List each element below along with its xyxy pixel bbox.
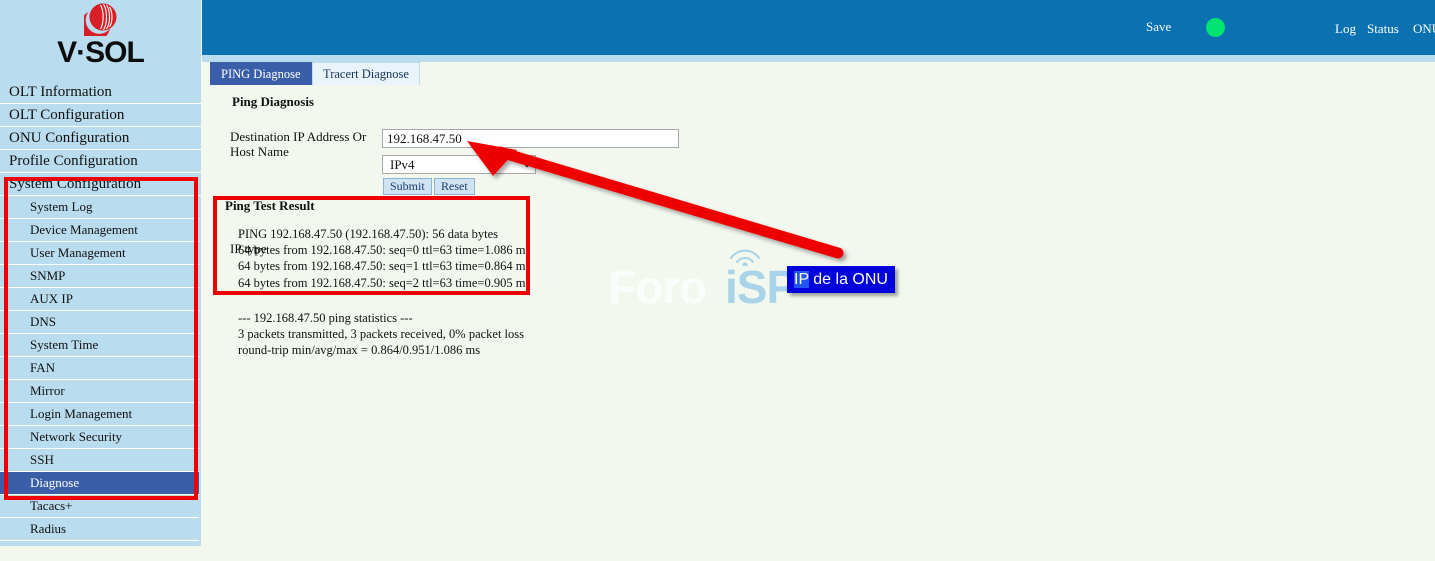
sidebar-item-aux-ip[interactable]: AUX IP xyxy=(0,288,199,311)
sidebar-item-login-management[interactable]: Login Management xyxy=(0,403,199,426)
sidebar-item-label: System Configuration xyxy=(9,176,142,192)
sidebar-item-system-time[interactable]: System Time xyxy=(0,334,199,357)
sidebar-item-snmp[interactable]: SNMP xyxy=(0,265,199,288)
sidebar-item-olt-information[interactable]: OLT Information xyxy=(0,81,201,104)
sidebar-item-label: Diagnose xyxy=(30,475,80,490)
sidebar-item-label: Profile Configuration xyxy=(9,153,138,169)
vsol-globe-icon xyxy=(84,3,117,36)
save-button[interactable]: Save xyxy=(1146,19,1171,35)
status-indicator-dot xyxy=(1206,18,1225,37)
sidebar-item-ssh[interactable]: SSH xyxy=(0,449,199,472)
header-link-onu[interactable]: ONU xyxy=(1413,21,1435,37)
sidebar-item-label: System Log xyxy=(30,199,93,214)
callout-rest: de la ONU xyxy=(808,271,888,288)
callout-prefix: IP xyxy=(794,271,809,288)
sidebar-item-label: User Management xyxy=(30,245,126,260)
destination-ip-input[interactable] xyxy=(382,129,679,148)
sidebar: V·SOL OLT Information OLT Configuration … xyxy=(0,0,201,546)
sidebar-item-fan[interactable]: FAN xyxy=(0,357,199,380)
sidebar-item-label: System Time xyxy=(30,337,99,352)
brand-logo: V·SOL xyxy=(0,0,201,81)
ping-result-title: Ping Test Result xyxy=(225,198,315,213)
sidebar-item-label: ONU Configuration xyxy=(9,130,130,146)
tab-ping-diagnose[interactable]: PING Diagnose xyxy=(210,62,312,85)
sidebar-item-tacacs[interactable]: Tacacs+ xyxy=(0,495,199,518)
sidebar-item-label: Network Security xyxy=(30,429,123,444)
sidebar-item-label: FAN xyxy=(30,360,56,375)
tab-tracert-diagnose[interactable]: Tracert Diagnose xyxy=(312,62,420,85)
sidebar-item-label: Radius xyxy=(30,521,67,536)
sidebar-item-diagnose[interactable]: Diagnose xyxy=(0,472,199,495)
sidebar-item-dns[interactable]: DNS xyxy=(0,311,199,334)
sidebar-item-mirror[interactable]: Mirror xyxy=(0,380,199,403)
main-content-panel: Ping Diagnosis Destination IP Address Or… xyxy=(202,85,1435,561)
screen-root: V·SOL OLT Information OLT Configuration … xyxy=(0,0,1435,561)
tab-bar: PING Diagnose Tracert Diagnose xyxy=(210,62,1435,85)
sidebar-item-label: DNS xyxy=(30,314,57,329)
ping-result-output: PING 192.168.47.50 (192.168.47.50): 56 d… xyxy=(238,227,531,290)
submit-button[interactable]: Submit xyxy=(383,178,432,195)
sidebar-item-label: SSH xyxy=(30,452,54,467)
sidebar-item-device-management[interactable]: Device Management xyxy=(0,219,199,242)
top-header-bar: Save Log Status ONU xyxy=(202,0,1435,55)
ping-statistics-output: --- 192.168.47.50 ping statistics --- 3 … xyxy=(238,311,525,358)
sidebar-item-label: AUX IP xyxy=(30,291,73,306)
sidebar-item-label: Mirror xyxy=(30,383,65,398)
sidebar-item-label: SNMP xyxy=(30,268,66,283)
reset-button[interactable]: Reset xyxy=(434,178,475,195)
page-title: Ping Diagnosis xyxy=(232,94,314,109)
sidebar-item-system-configuration[interactable]: System Configuration xyxy=(0,173,201,196)
sidebar-item-profile-configuration[interactable]: Profile Configuration xyxy=(0,150,201,173)
sidebar-item-network-security[interactable]: Network Security xyxy=(0,426,199,449)
ip-type-select[interactable]: IPv4 xyxy=(382,155,536,174)
header-link-log[interactable]: Log xyxy=(1335,21,1356,37)
header-link-status[interactable]: Status xyxy=(1367,21,1399,37)
header-underbar xyxy=(202,55,1435,62)
destination-field-label: Destination IP Address Or Host Name xyxy=(230,129,367,159)
sidebar-item-radius[interactable]: Radius xyxy=(0,518,199,541)
sidebar-item-label: Tacacs+ xyxy=(30,498,73,513)
sidebar-item-system-log[interactable]: System Log xyxy=(0,196,199,219)
sidebar-item-user-management[interactable]: User Management xyxy=(0,242,199,265)
callout-label-ip-onu: IP de la ONU xyxy=(787,266,895,293)
brand-logo-text: V·SOL xyxy=(57,36,145,69)
sidebar-item-label: OLT Configuration xyxy=(9,107,125,123)
sidebar-item-label: Device Management xyxy=(30,222,138,237)
sidebar-item-olt-configuration[interactable]: OLT Configuration xyxy=(0,104,201,127)
sidebar-item-label: Login Management xyxy=(30,406,133,421)
sidebar-item-label: OLT Information xyxy=(9,84,112,100)
sidebar-item-onu-configuration[interactable]: ONU Configuration xyxy=(0,127,201,150)
